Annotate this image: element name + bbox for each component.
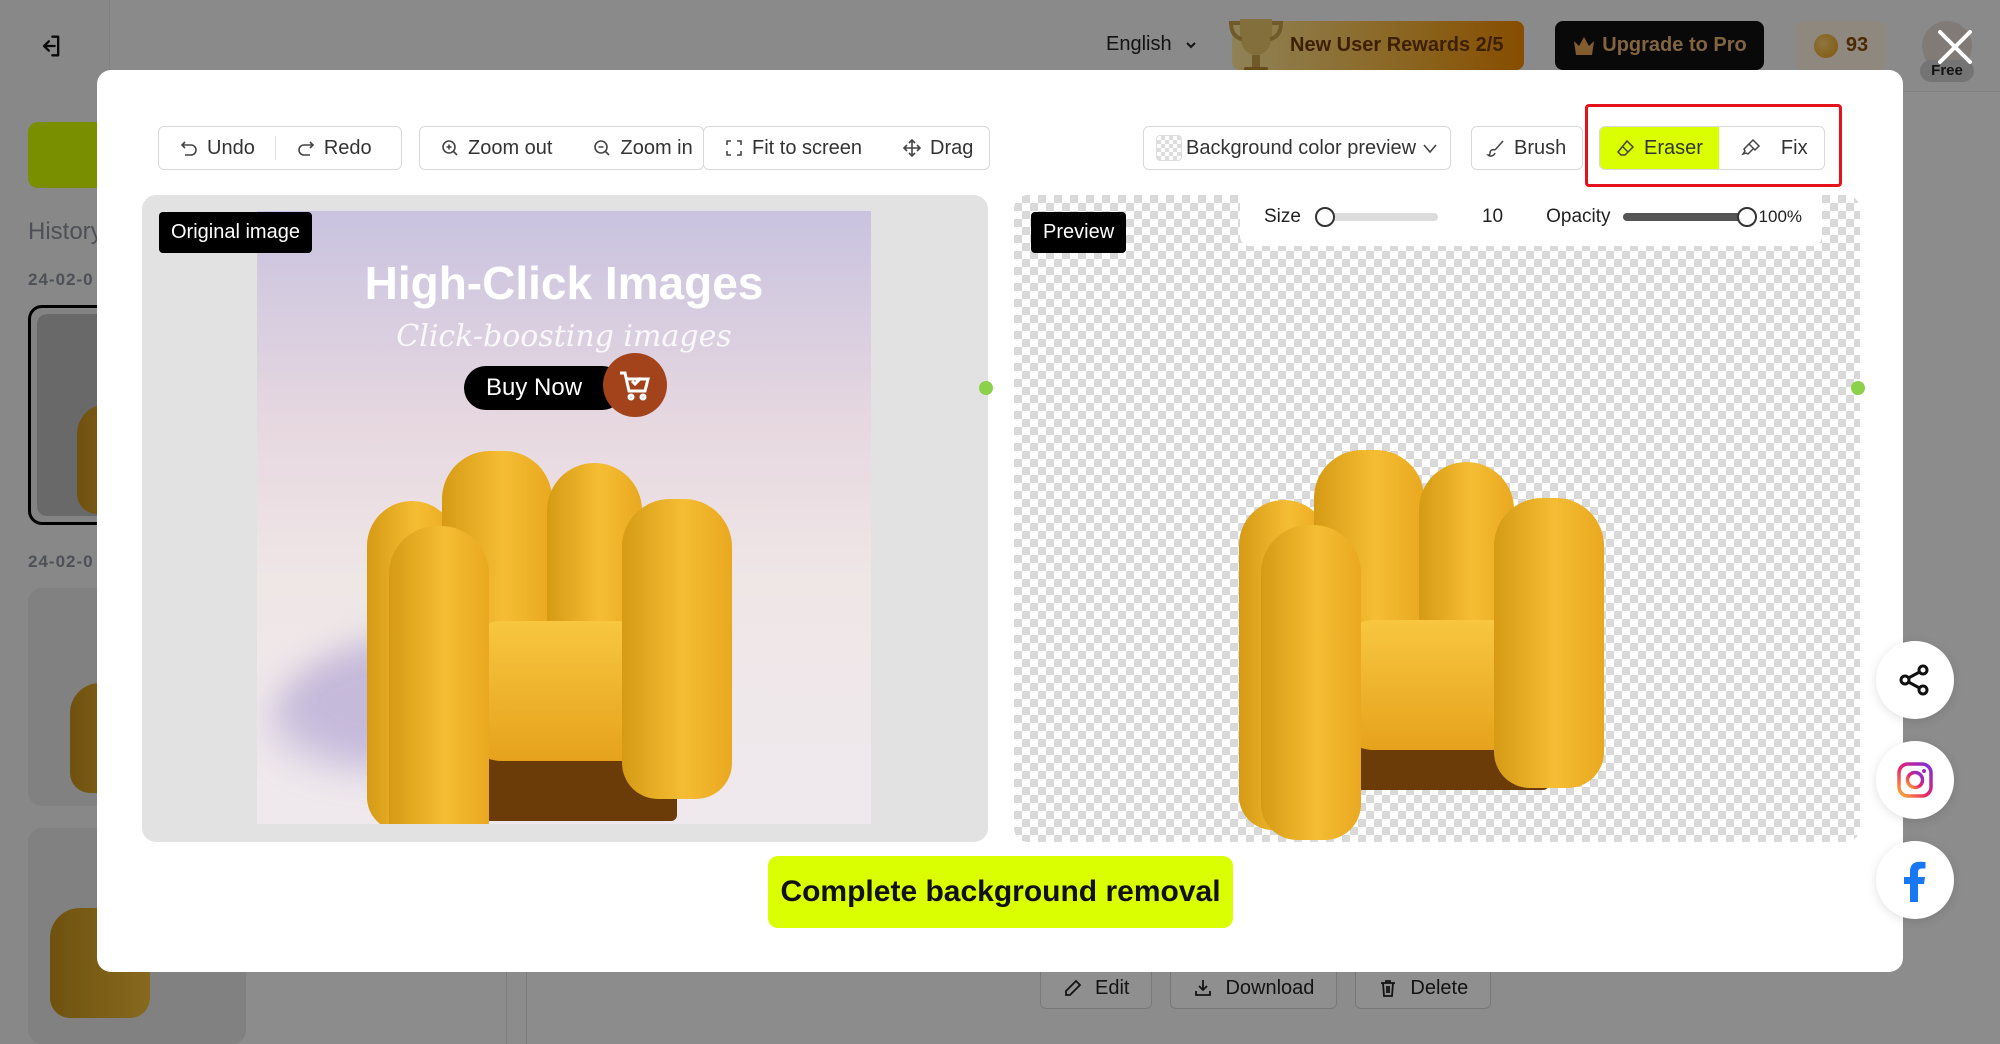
zoom-out-label: Zoom out	[468, 136, 553, 159]
chevron-down-icon	[1423, 144, 1437, 154]
share-button[interactable]	[1876, 641, 1954, 719]
facebook-share-button[interactable]	[1876, 841, 1954, 919]
brush-icon	[1486, 140, 1504, 157]
background-preview-label: Background color preview	[1186, 136, 1417, 159]
redo-button[interactable]: Redo	[276, 127, 392, 169]
preview-panel[interactable]: Preview	[1014, 195, 1860, 842]
move-icon	[902, 138, 922, 158]
size-value: 10	[1481, 206, 1504, 227]
zoom-out-button[interactable]: Zoom out	[420, 127, 572, 169]
undo-button[interactable]: Undo	[159, 127, 275, 169]
drag-label: Drag	[930, 136, 974, 159]
original-image-tag: Original image	[159, 212, 312, 253]
highlight-annotation	[1585, 104, 1842, 187]
opacity-label: Opacity	[1546, 206, 1611, 227]
zoom-in-label: Zoom in	[620, 136, 693, 159]
undo-icon	[180, 141, 197, 156]
instagram-share-button[interactable]	[1876, 741, 1954, 819]
opacity-slider-knob[interactable]	[1736, 207, 1757, 227]
view-controls: Fit to screen Drag	[703, 126, 990, 170]
close-icon[interactable]	[1935, 27, 1975, 67]
brush-button[interactable]: Brush	[1471, 126, 1583, 170]
preview-tag: Preview	[1031, 212, 1127, 253]
split-handle[interactable]	[1851, 381, 1865, 395]
zoom-plus-icon	[442, 140, 458, 156]
opacity-slider[interactable]	[1622, 207, 1757, 227]
zoom-in-button[interactable]: Zoom in	[572, 127, 712, 169]
ad-title: High-Click Images	[364, 257, 764, 309]
history-controls: Undo Redo	[158, 126, 402, 170]
complete-background-removal-button[interactable]: Complete background removal	[768, 856, 1233, 928]
original-image-panel: High-Click Images Click-boosting images …	[142, 195, 988, 842]
zoom-minus-icon	[594, 140, 611, 156]
opacity-slider-fill	[1622, 213, 1747, 221]
ad-buy-button: Buy Now	[464, 366, 624, 410]
fit-screen-icon	[726, 140, 742, 156]
background-removal-editor: Undo Redo Zoom out Zoom in Fit to screen…	[97, 70, 1903, 972]
redo-icon	[298, 141, 314, 156]
size-slider[interactable]	[1314, 207, 1438, 227]
cart-icon	[603, 353, 667, 417]
original-image: High-Click Images Click-boosting images …	[257, 211, 871, 824]
facebook-icon	[1904, 861, 1926, 902]
drag-button[interactable]: Drag	[882, 127, 993, 169]
fit-to-screen-button[interactable]: Fit to screen	[704, 127, 882, 169]
brush-settings-popover: Size 10 Opacity 100%	[1240, 188, 1822, 246]
transparent-swatch-icon	[1156, 135, 1182, 161]
fit-to-screen-label: Fit to screen	[752, 136, 863, 159]
opacity-value: 100%	[1758, 207, 1803, 226]
brush-label: Brush	[1514, 136, 1567, 159]
background-color-preview-dropdown[interactable]: Background color preview	[1143, 126, 1451, 170]
share-icon	[1899, 664, 1929, 696]
undo-label: Undo	[207, 136, 255, 159]
zoom-controls: Zoom out Zoom in	[419, 126, 704, 170]
instagram-icon	[1897, 762, 1933, 798]
ad-subtitle: Click-boosting images	[396, 319, 732, 354]
redo-label: Redo	[323, 136, 372, 159]
size-label: Size	[1264, 206, 1301, 227]
split-handle[interactable]	[979, 381, 993, 395]
size-slider-knob[interactable]	[1314, 207, 1335, 227]
